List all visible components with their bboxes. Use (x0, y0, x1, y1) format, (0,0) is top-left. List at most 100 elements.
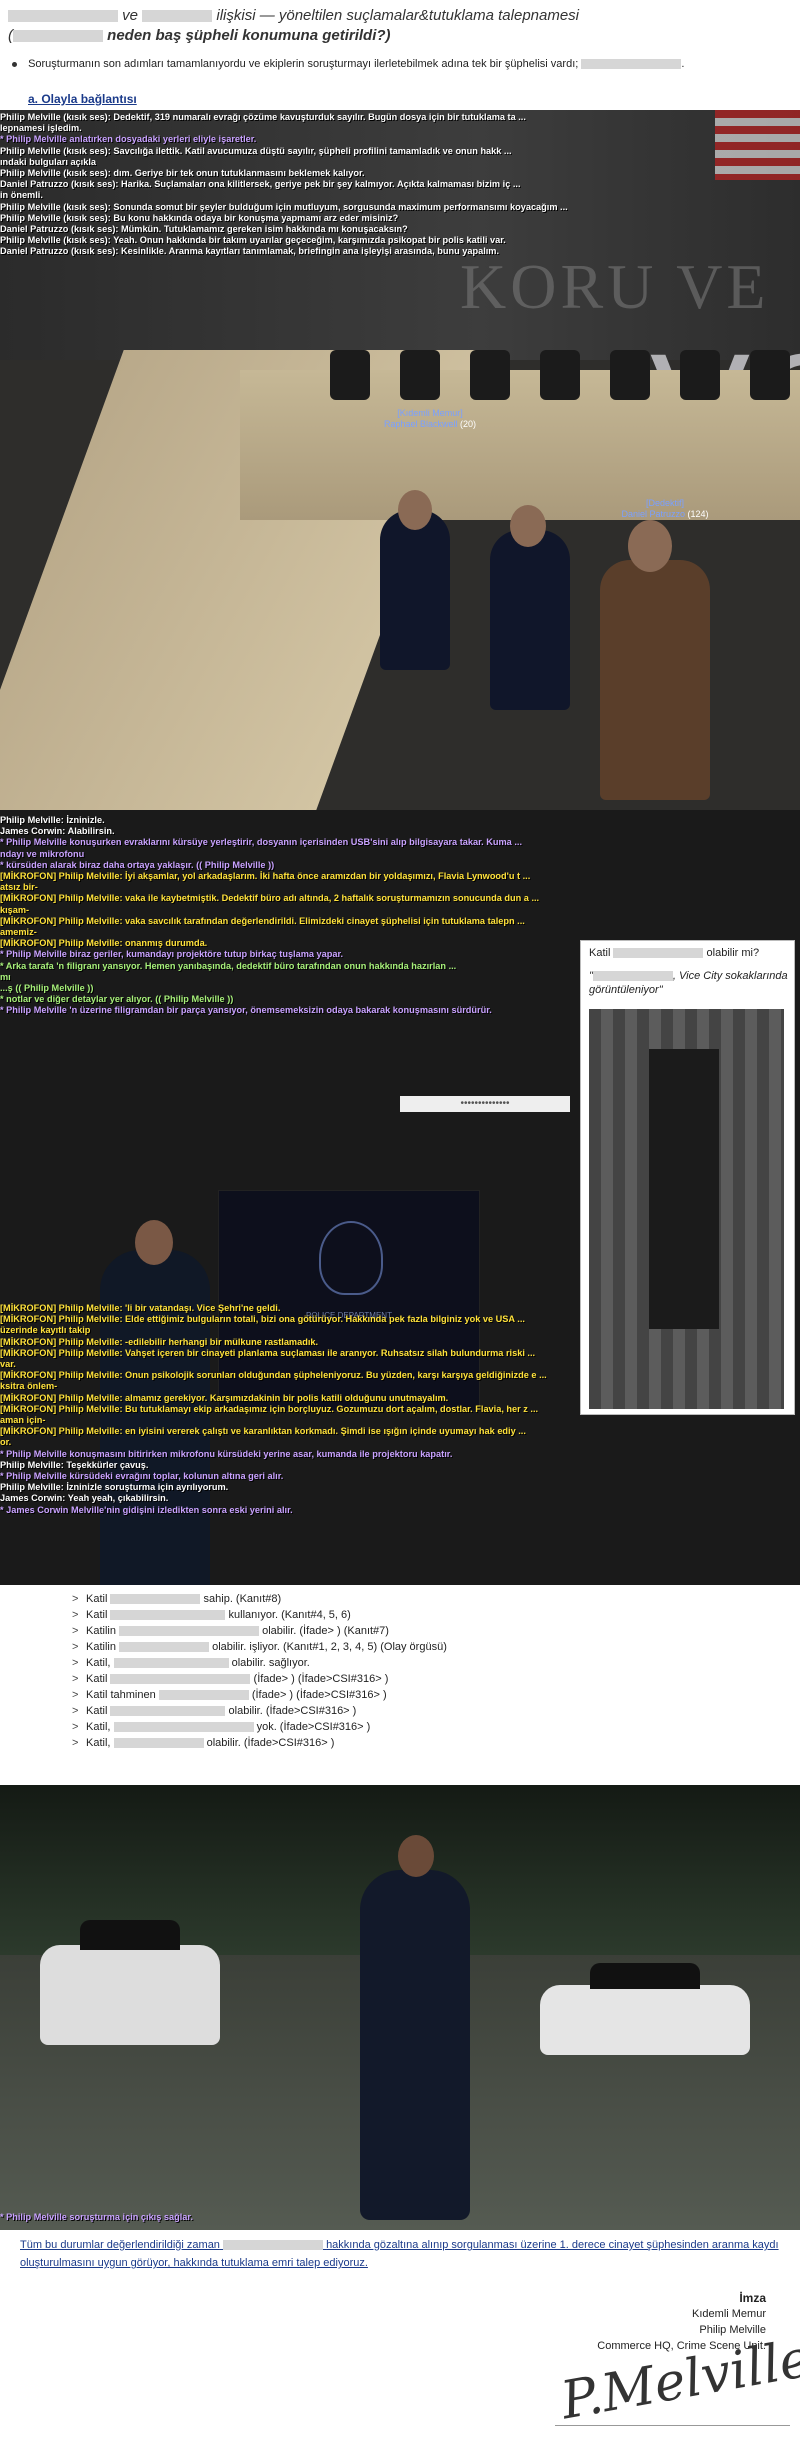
page-title: ve ilişkisi — yöneltilen suçlamalar&tutu… (8, 6, 788, 46)
pixelated-photo (589, 1009, 784, 1409)
redacted-name (142, 10, 213, 23)
title-part2: ilişkisi — yöneltilen suçlamalar&tutukla… (216, 7, 580, 24)
chat-line: atsız bir- (0, 882, 38, 893)
police-car (540, 1963, 750, 2055)
suspect-photo-card: Katil olabilir mi? ", Vice City sokaklar… (580, 940, 795, 1415)
redacted-name (110, 1594, 201, 1605)
evidence-detail: (İfade> ) (İfade>CSI#316> ) (250, 1673, 389, 1685)
character-officer (490, 530, 570, 710)
car-roof (80, 1920, 180, 1950)
redacted-name (158, 1690, 249, 1701)
evidence-item: > Katil sahip. (Kanıt#8) (72, 1591, 447, 1607)
signature-line (555, 2425, 790, 2426)
chat-line: James Corwin: Yeah yeah, çıkabilirsin. (0, 1493, 169, 1504)
game-screenshot-exit: * Philip Melville soruşturma için çıkış … (0, 1785, 800, 2230)
chat-line: aman için- (0, 1415, 46, 1426)
wall-logo: KORU VE (460, 251, 770, 322)
redacted-name (113, 1738, 204, 1749)
chat-line: Philip Melville (kısık ses): Savcılığa i… (0, 145, 512, 156)
suspect-figure (649, 1049, 719, 1329)
card-caption: ", Vice City sokaklarında görüntüleniyor… (589, 970, 788, 996)
chevron-right-icon: > (72, 1673, 79, 1685)
character-head (398, 490, 432, 530)
evidence-subject: Katil tahminen (86, 1689, 159, 1701)
card-question: Katil olabilir mi? (589, 947, 760, 959)
redacted-name (113, 1722, 254, 1733)
chat-line: Philip Melville: Teşekkürler çavuş. (0, 1459, 149, 1470)
evidence-item: > Katil, olabilir. sağlıyor. (72, 1655, 447, 1671)
player-nametag: [Kıdemli Memur] Raphael Blackwell (20) (383, 408, 477, 429)
chat-line: * Philip Melville kürsüdeki evrağını top… (0, 1471, 284, 1482)
intro-text: Soruşturmanın son adımları tamamlanıyord… (28, 58, 579, 70)
chair (750, 350, 790, 400)
evidence-subject: Katil, (86, 1657, 114, 1669)
chat-line: Philip Melville (kısık ses): Dedektif, 3… (0, 112, 526, 122)
character-head (510, 505, 546, 547)
signer-rank: Kıdemli Memur (692, 2308, 766, 2320)
evidence-item: > Katil olabilir. (İfade>CSI#316> ) (72, 1703, 447, 1719)
chat-log-exit: * Philip Melville soruşturma için çıkış … (0, 2212, 800, 2223)
redacted-name (613, 948, 704, 959)
car-roof (590, 1963, 700, 1989)
chair (470, 350, 510, 400)
evidence-item: > Katil (İfade> ) (İfade>CSI#316> ) (72, 1671, 447, 1687)
evidence-item: > Katil, olabilir. (İfade>CSI#316> ) (72, 1735, 447, 1751)
character-head (135, 1220, 173, 1265)
redacted-name (13, 30, 103, 43)
arrest-request-text: Tüm bu durumlar değerlendirildiği zaman … (20, 2239, 779, 2269)
police-car (40, 1920, 220, 2045)
evidence-detail: olabilir. (İfade>CSI#316> ) (203, 1737, 335, 1749)
redacted-name (110, 1706, 226, 1717)
evidence-subject: Katilin (86, 1641, 120, 1653)
chair (400, 350, 440, 400)
evidence-subject: Katil, (86, 1721, 114, 1733)
chat-line: ndayı ve mikrofonu (0, 848, 85, 859)
chat-line: James Corwin: Alabilirsin. (0, 826, 115, 837)
title-part1: ve (122, 7, 139, 24)
character-detective (600, 560, 710, 800)
chat-log-top: Philip Melville (kısık ses): Dedektif, 3… (0, 112, 800, 258)
chat-line: in önemli. (0, 190, 43, 201)
evidence-detail: olabilir. (İfade> ) (Kanıt#7) (259, 1625, 389, 1637)
chat-line: * Philip Melville konuşmasını bitirirken… (0, 1448, 453, 1459)
redacted-name (223, 2240, 323, 2251)
redacted-name (581, 59, 682, 70)
evidence-subject: Katil (86, 1705, 111, 1717)
redacted-name (119, 1626, 260, 1637)
chat-line: * Philip Melville soruşturma için çıkış … (0, 2212, 194, 2222)
character-officer (380, 510, 450, 670)
evidence-item: > Katil tahminen (İfade> ) (İfade>CSI#316… (72, 1687, 447, 1703)
evidence-detail: olabilir. işliyor. (Kanıt#1, 2, 3, 4, 5)… (209, 1641, 447, 1653)
character-head (628, 520, 672, 572)
chat-line: [MİKROFON] Philip Melville: en iyisini v… (0, 1426, 526, 1437)
chat-line: Philip Melville: İzninizle. (0, 815, 105, 825)
evidence-detail: (İfade> ) (İfade>CSI#316> ) (248, 1689, 387, 1701)
section-heading: a. Olayla bağlantısı (28, 92, 137, 106)
redacted-name (110, 1674, 251, 1685)
password-field: •••••••••••••• (400, 1096, 570, 1112)
intro-bullet: Soruşturmanın son adımları tamamlanıyord… (12, 58, 684, 70)
chevron-right-icon: > (72, 1593, 79, 1605)
character-head (398, 1835, 434, 1877)
chat-line: * James Corwin Melville'nin gidişini izl… (0, 1504, 293, 1515)
chat-line: * Philip Melville konuşurken evraklarını… (0, 837, 522, 848)
evidence-subject: Katil (86, 1673, 111, 1685)
redacted-name (113, 1658, 229, 1669)
subtitle: ( neden baş şüpheli konumuna getirildi?) (8, 27, 391, 44)
chair (540, 350, 580, 400)
evidence-detail: olabilir. (İfade>CSI#316> ) (225, 1705, 357, 1717)
chair-row (330, 350, 800, 410)
evidence-detail: kullanıyor. (Kanıt#4, 5, 6) (225, 1609, 351, 1621)
evidence-detail: yok. (İfade>CSI#316> ) (253, 1721, 371, 1733)
chat-line: Daniel Patruzzo (kısık ses): Kesinlikle.… (0, 246, 500, 257)
character-melville (360, 1835, 470, 2220)
chat-line: ındaki bulguları açıkla (0, 156, 96, 167)
redacted-name (119, 1642, 210, 1653)
chat-line: Philip Melville (kısık ses): Yeah. Onun … (0, 235, 506, 246)
signer-name: Philip Melville (699, 2324, 766, 2336)
evidence-subject: Katilin (86, 1625, 120, 1637)
chair (330, 350, 370, 400)
police-badge-icon (319, 1221, 383, 1295)
chat-line: [MİKROFON] Philip Melville: vaka savcılı… (0, 915, 525, 926)
chat-line: or. (0, 1437, 12, 1448)
